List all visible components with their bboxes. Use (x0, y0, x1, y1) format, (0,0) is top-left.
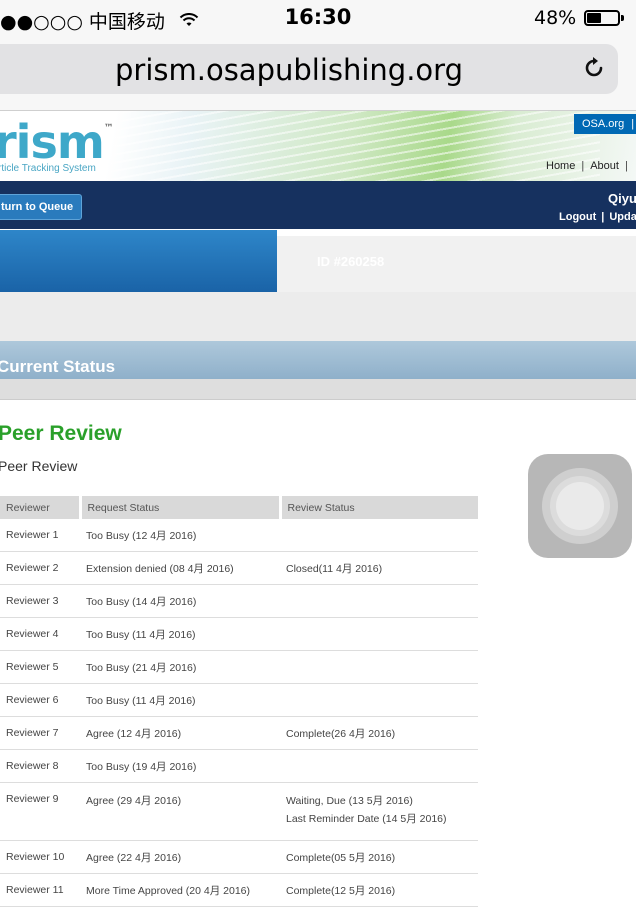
request-status-cell: Agree (29 4月 2016) (80, 782, 280, 841)
table-row: Reviewer 7 Agree (12 4月 2016) Complete(2… (0, 716, 478, 750)
review-status-line: Waiting, Due (13 5月 2016) (286, 795, 413, 807)
review-status-cell (280, 683, 478, 717)
request-status-cell: Too Busy (14 4月 2016) (80, 584, 280, 618)
site-header: rism™ rticle Tracking System OSA.org | H… (0, 111, 636, 181)
review-status-cell (280, 749, 478, 783)
review-status-cell: Complete(05 5月 2016) (280, 840, 478, 874)
address-bar[interactable]: prism.osapublishing.org (0, 44, 618, 94)
request-status-cell: Extension denied (08 4月 2016) (80, 551, 280, 585)
about-link[interactable]: About (590, 160, 619, 172)
battery-percentage: 48% (534, 7, 577, 29)
request-status-cell: Too Busy (11 4月 2016) (80, 617, 280, 651)
active-tab[interactable] (0, 230, 277, 292)
logo-trademark: ™ (103, 123, 114, 134)
battery-icon (584, 10, 624, 26)
reviewer-cell: Reviewer 8 (0, 749, 80, 783)
column-header-request-status: Request Status (80, 496, 282, 519)
column-header-review-status: Review Status (280, 496, 478, 519)
table-row: Reviewer 6 Too Busy (11 4月 2016) (0, 683, 478, 717)
osa-link[interactable]: OSA.org | (574, 114, 636, 134)
table-row: Reviewer 11 More Time Approved (20 4月 20… (0, 873, 478, 907)
battery-fill (587, 13, 601, 23)
reviewer-cell: Reviewer 9 (0, 782, 80, 841)
review-status-cell (280, 650, 478, 684)
peer-review-title: Peer Review (0, 422, 122, 445)
request-status-cell: Too Busy (19 4月 2016) (80, 749, 280, 783)
review-status-cell (280, 617, 478, 651)
tab-content-band (0, 292, 636, 342)
table-row: Reviewer 2 Extension denied (08 4月 2016)… (0, 551, 478, 585)
user-name: Qiyu (608, 191, 636, 206)
reload-icon[interactable] (580, 54, 608, 82)
reviewer-cell: Reviewer 4 (0, 617, 80, 651)
logout-link[interactable]: Logout (559, 211, 596, 223)
battery-nub (621, 15, 624, 21)
section-divider (0, 379, 636, 400)
review-status-cell (280, 519, 478, 552)
browser-toolbar: prism.osapublishing.org (0, 38, 636, 111)
table-row: Reviewer 4 Too Busy (11 4月 2016) (0, 617, 478, 651)
reviewer-cell: Reviewer 3 (0, 584, 80, 618)
reviewer-cell: Reviewer 7 (0, 716, 80, 750)
user-links: Logout|Updat (559, 211, 636, 223)
review-status-cell: Closed(11 4月 2016) (280, 551, 478, 585)
current-status-title: Current Status (0, 357, 116, 376)
url-text[interactable]: prism.osapublishing.org (0, 53, 578, 87)
osa-link-label: OSA.org (582, 118, 625, 130)
review-status-cell: Waiting, Due (13 5月 2016) Last Reminder … (280, 782, 478, 841)
request-status-cell: Too Busy (11 4月 2016) (80, 683, 280, 717)
assistive-touch-button[interactable] (528, 454, 632, 558)
table-row: Reviewer 10 Agree (22 4月 2016) Complete(… (0, 840, 478, 874)
peer-review-subtitle: Peer Review (0, 458, 78, 474)
reviewer-cell: Reviewer 11 (0, 873, 80, 907)
reviewer-cell: Reviewer 5 (0, 650, 80, 684)
table-row: Reviewer 5 Too Busy (21 4月 2016) (0, 650, 478, 684)
peer-review-table: Reviewer Request Status Review Status Re… (0, 496, 478, 907)
prism-logo[interactable]: rism™ (0, 115, 114, 169)
nav-bar: turn to Queue Qiyu Logout|Updat (0, 181, 636, 229)
review-status-cell: Complete(26 4月 2016) (280, 716, 478, 750)
table-row: Reviewer 8 Too Busy (19 4月 2016) (0, 749, 478, 783)
table-row: Reviewer 1 Too Busy (12 4月 2016) (0, 519, 478, 552)
top-links: Home | About | (546, 160, 628, 172)
reviewer-cell: Reviewer 2 (0, 551, 80, 585)
reviewer-cell: Reviewer 1 (0, 519, 80, 552)
column-header-reviewer: Reviewer (0, 496, 82, 519)
return-to-queue-button[interactable]: turn to Queue (0, 194, 83, 220)
home-link[interactable]: Home (546, 160, 575, 172)
last-reminder-line: Last Reminder Date (14 5月 2016) (286, 813, 447, 825)
reviewer-cell: Reviewer 10 (0, 840, 80, 874)
status-bar: ●●○○○ 中国移动 16:30 48% (0, 0, 636, 38)
logo-text: rism (0, 115, 105, 169)
table-row: Reviewer 3 Too Busy (14 4月 2016) (0, 584, 478, 618)
assistive-touch-center (556, 482, 604, 530)
manuscript-id: ID #260258 (317, 254, 385, 269)
request-status-cell: Agree (12 4月 2016) (80, 716, 280, 750)
current-status-header: Current Status (0, 341, 636, 379)
logo-tagline: rticle Tracking System (0, 163, 96, 174)
review-status-cell (280, 584, 478, 618)
header-decoration (80, 111, 600, 181)
review-status-cell: Complete(12 5月 2016) (280, 873, 478, 907)
table-header-row: Reviewer Request Status Review Status (0, 496, 478, 519)
request-status-cell: Too Busy (12 4月 2016) (80, 519, 280, 552)
request-status-cell: Agree (22 4月 2016) (80, 840, 280, 874)
manuscript-id-area: ID #260258 (277, 236, 636, 292)
request-status-cell: More Time Approved (20 4月 2016) (80, 873, 280, 907)
update-link[interactable]: Updat (609, 211, 636, 223)
reviewer-cell: Reviewer 6 (0, 683, 80, 717)
request-status-cell: Too Busy (21 4月 2016) (80, 650, 280, 684)
table-row: Reviewer 9 Agree (29 4月 2016) Waiting, D… (0, 782, 478, 841)
